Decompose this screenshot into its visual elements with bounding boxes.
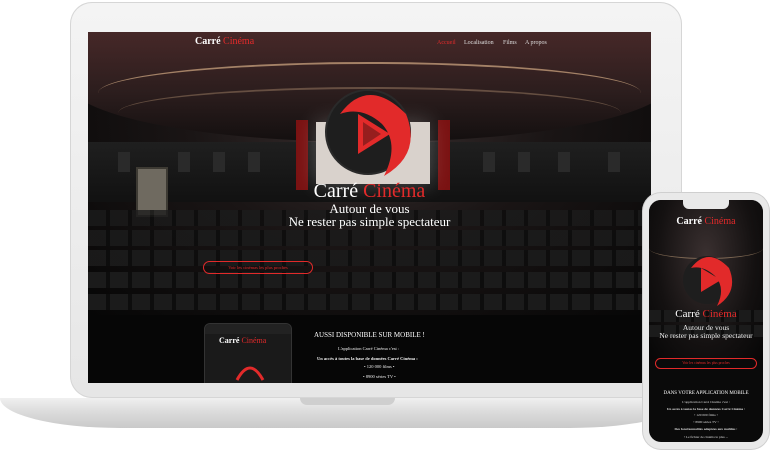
phone-series: • 8900 séries TV • <box>693 420 719 424</box>
nav-localisation[interactable]: Localisation <box>464 40 494 46</box>
nav-accueil[interactable]: Accueil <box>437 40 456 46</box>
laptop-screen: Carré Cinéma Accueil Localisation Films … <box>88 32 651 383</box>
seat-row <box>88 250 651 266</box>
phone-notch <box>683 200 729 209</box>
phone-hero-cinema: Cinéma <box>702 308 737 320</box>
wall-speaker <box>213 152 225 172</box>
mobile-access: Un accès à toutes la base de données Car… <box>317 356 418 361</box>
wall-speaker <box>608 152 620 172</box>
hero-title-cinema: Cinéma <box>363 180 426 202</box>
phone-logo: Carré Cinéma <box>649 216 763 227</box>
seat-row <box>88 272 651 288</box>
phone-brand-cinema: Cinéma <box>704 216 736 227</box>
nav-a-propos[interactable]: A propos <box>525 40 547 46</box>
phone-nearest-cinemas-button[interactable]: Voir les cinémas les plus proches <box>655 358 757 369</box>
phone-subtitle-2: Ne rester pas simple spectateur <box>659 331 753 340</box>
phone-access: Un accès à toutes la base de données Car… <box>666 407 746 411</box>
nav-films[interactable]: Films <box>503 40 517 46</box>
brand-cinema: Cinéma <box>223 36 255 47</box>
phone-hero-title: Carré Cinéma <box>649 308 763 320</box>
phone-films: • 120 000 films • <box>694 413 718 417</box>
mobile-films: • 120 000 films • <box>364 364 395 369</box>
mini-play-logo-icon <box>235 366 265 381</box>
mobile-heading: AUSSI DISPONIBLE SUR MOBILE ! <box>314 331 425 339</box>
phone-screen: Carré Cinéma Carré Cinéma Autour de vous… <box>649 200 763 442</box>
phone-brand-carre: Carré <box>676 216 702 227</box>
nearest-cinemas-button[interactable]: Voir les cinémas les plus proches <box>203 261 313 274</box>
mini-phone-preview: Carré Cinéma <box>204 323 292 383</box>
phone-intro: L'application Carré Cinéma c'est : <box>682 400 730 404</box>
mini-phone-bar <box>205 324 291 334</box>
brand-carre: Carré <box>195 36 221 47</box>
phone-play-logo-icon <box>683 256 733 306</box>
hero-title: Carré Cinéma <box>88 180 651 203</box>
wall-speaker <box>558 152 570 172</box>
laptop-notch <box>300 398 395 405</box>
wall-speaker <box>518 152 530 172</box>
mobile-series: • 8900 séries TV • <box>363 374 396 379</box>
phone-more: • Le fichier de cinéma le plus ... <box>683 435 729 439</box>
mini-brand-cinema: Cinéma <box>241 336 267 345</box>
wall-speaker <box>483 152 495 172</box>
phone-hero-carre: Carré <box>675 308 700 320</box>
hero-title-carre: Carré <box>313 180 359 202</box>
mini-phone-logo: Carré Cinéma <box>219 336 266 345</box>
play-logo-icon <box>325 89 411 176</box>
mini-brand-carre: Carré <box>219 336 240 345</box>
hero-subtitle-2: Ne rester pas simple spectateur <box>288 214 451 229</box>
site-logo[interactable]: Carré Cinéma <box>195 36 254 47</box>
phone-mobile-heading: DANS VOTRE APPLICATION MOBILE <box>663 391 749 396</box>
wall-speaker <box>118 152 130 172</box>
wall-speaker <box>248 152 260 172</box>
seat-row <box>88 294 651 310</box>
seat-row <box>88 230 651 246</box>
mobile-intro: L'application Carré Cinéma c'est : <box>338 346 400 351</box>
wall-speaker <box>178 152 190 172</box>
phone-features: Des fonctionnalités adaptées aux mobiles… <box>674 427 738 431</box>
hero-section: Carré Cinéma Accueil Localisation Films … <box>88 32 651 315</box>
